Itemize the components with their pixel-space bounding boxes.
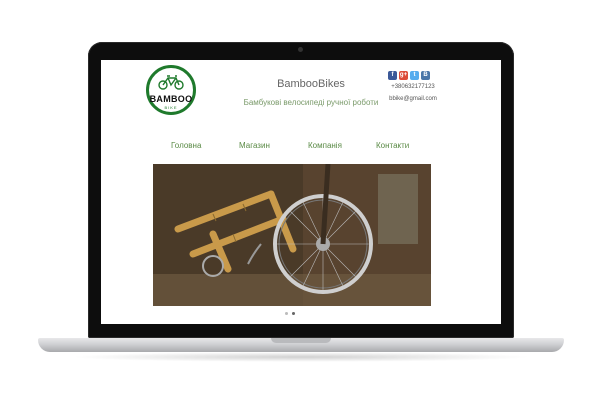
social-links: f g+ t B — [388, 71, 430, 80]
laptop-shadow — [70, 352, 532, 362]
site-title: BambooBikes — [277, 78, 345, 90]
slider-dots — [285, 312, 295, 315]
bicycle-icon — [158, 75, 184, 90]
google-plus-icon[interactable]: g+ — [399, 71, 408, 80]
site-logo[interactable]: BAMBOO BIKE — [146, 65, 196, 115]
nav-item-home[interactable]: Головна — [171, 141, 201, 150]
nav-item-shop[interactable]: Магазин — [239, 141, 270, 150]
laptop-base-notch — [271, 338, 331, 343]
slider-dot-2[interactable] — [292, 312, 295, 315]
laptop-base — [38, 338, 564, 352]
slider-dot-1[interactable] — [285, 312, 288, 315]
site-tagline: Бамбукові велосипеді ручної роботи — [243, 98, 379, 107]
main-nav: Головна Магазин Компанія Контакти — [151, 141, 451, 153]
logo-subtext: BIKE — [164, 105, 178, 110]
vk-icon[interactable]: B — [421, 71, 430, 80]
contact-phone: +380632177123 — [391, 84, 435, 90]
nav-item-contacts[interactable]: Контакти — [376, 141, 409, 150]
laptop-screen: BAMBOO BIKE BambooBikes Бамбукові велоси… — [101, 60, 501, 324]
facebook-icon[interactable]: f — [388, 71, 397, 80]
hero-slider-image[interactable] — [153, 164, 431, 306]
webcam — [298, 47, 303, 52]
twitter-icon[interactable]: t — [410, 71, 419, 80]
laptop-frame: BAMBOO BIKE BambooBikes Бамбукові велоси… — [88, 42, 514, 338]
bamboo-bike-photo — [153, 164, 431, 306]
nav-item-company[interactable]: Компанія — [308, 141, 342, 150]
logo-text: BAMBOO — [149, 94, 193, 104]
contact-email[interactable]: bbike@gmail.com — [383, 96, 443, 102]
